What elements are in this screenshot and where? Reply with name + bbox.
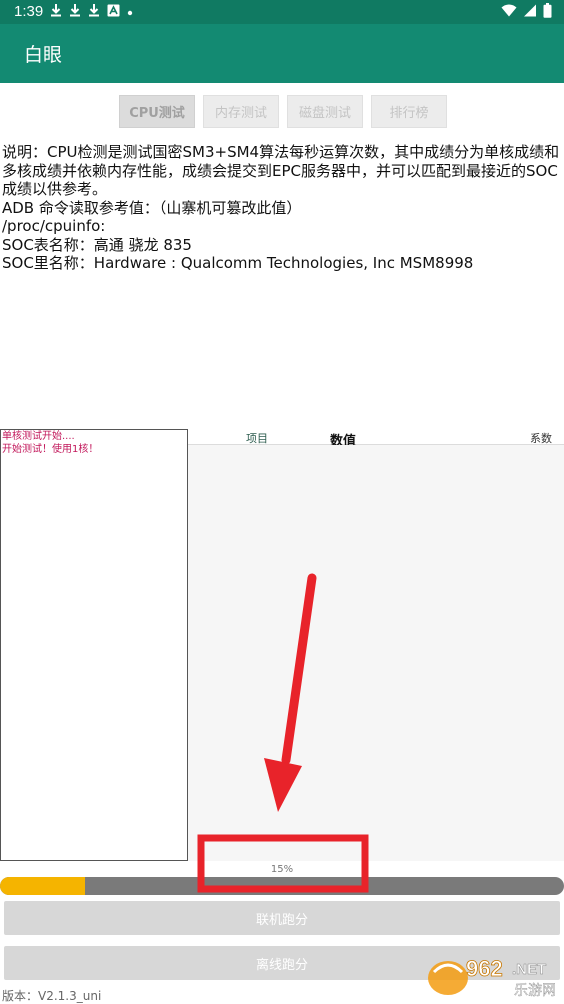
version-label: 版本：V2.1.3_uni [2,989,102,1003]
dot-icon [127,4,133,20]
log-line: 开始测试！使用1核！ [2,444,99,455]
test-tabs: CPU测试 内存测试 磁盘测试 排行榜 [119,95,447,128]
log-line: 单核测试开始.... [2,431,75,442]
wifi-icon [501,4,517,21]
tab-memory-test[interactable]: 内存测试 [203,95,279,128]
log-box[interactable]: 单核测试开始.... 开始测试！使用1核！ [0,429,188,861]
download-icon [88,3,100,21]
cpu-test-description: 说明：CPU检测是测试国密SM3+SM4算法每秒运算次数，其中成绩分为单核成绩和… [2,143,560,198]
soc-inner-name: SOC里名称：Hardware : Qualcomm Technologies,… [2,254,474,272]
tab-cpu-test[interactable]: CPU测试 [119,95,195,128]
progress-bar [0,877,564,895]
notification-icons [50,3,133,21]
a-icon [107,4,120,21]
svg-text:.NET: .NET [512,961,546,978]
system-icons [501,3,552,22]
adb-reference-line: ADB 命令读取参考值：（山寨机可篡改此值） [2,198,302,217]
svg-text:962: 962 [466,956,503,981]
progress-label: 15% [270,864,294,875]
watermark-logo: 962 .NET 乐游网 [420,950,560,1000]
results-header: 项目 数值 系数 [188,426,564,449]
download-icon [50,3,62,21]
progress-fill [0,877,85,895]
column-item: 项目 [246,432,268,445]
soc-table-name: SOC表名称：高通 骁龙 835 [2,235,192,254]
column-coefficient: 系数 [530,432,552,445]
tab-disk-test[interactable]: 磁盘测试 [287,95,363,128]
svg-text:乐游网: 乐游网 [514,983,556,999]
status-time: 1:39 [14,3,44,20]
signal-icon [523,4,537,21]
tab-ranking[interactable]: 排行榜 [371,95,447,128]
status-bar: 1:39 [0,0,564,24]
results-table [188,445,564,861]
app-bar: 白眼 [0,24,564,83]
app-title: 白眼 [24,44,63,66]
battery-icon [543,3,552,22]
download-icon [69,3,81,21]
online-benchmark-button[interactable]: 联机跑分 [4,901,560,935]
cpuinfo-path: /proc/cpuinfo: [2,217,106,235]
info-panel: 说明：CPU检测是测试国密SM3+SM4算法每秒运算次数，其中成绩分为单核成绩和… [2,143,562,273]
